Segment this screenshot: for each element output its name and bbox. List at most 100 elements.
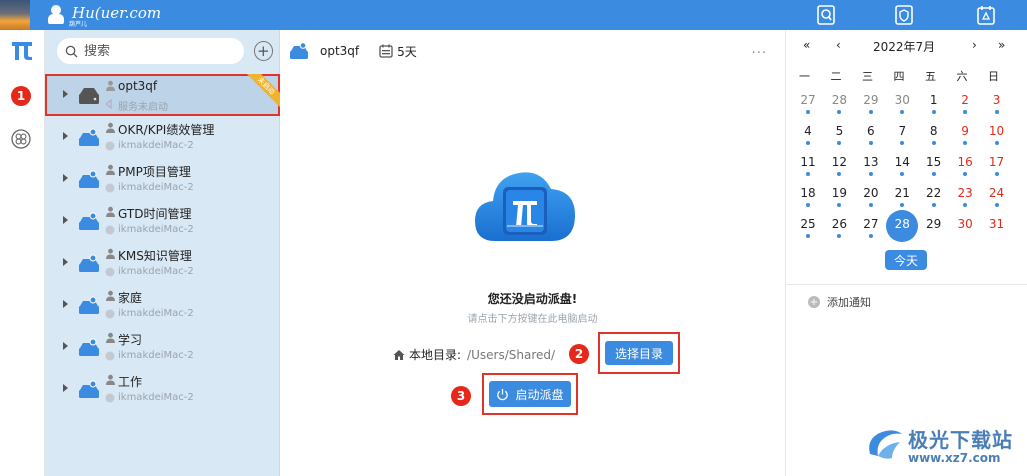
project-device: ikmakdeiMac-2 bbox=[118, 224, 194, 235]
project-item-pmp[interactable]: PMP项目管理 ikmakdeiMac-2 bbox=[45, 158, 280, 200]
choose-dir-button[interactable]: 选择目录 bbox=[605, 341, 673, 365]
calendar-day[interactable]: 10 bbox=[988, 121, 1019, 152]
calendar-week: 27 28 29 30 1 2 3 bbox=[799, 90, 1019, 121]
calendar-day[interactable]: 26 bbox=[830, 214, 861, 245]
calendar-day[interactable]: 31 bbox=[988, 214, 1019, 245]
start-disk-button[interactable]: 启动派盘 bbox=[489, 381, 571, 407]
apps-grid-icon[interactable] bbox=[11, 129, 31, 149]
next-month-button[interactable]: › bbox=[972, 38, 977, 52]
more-button[interactable]: ... bbox=[752, 42, 767, 57]
calendar-day[interactable]: 13 bbox=[862, 152, 893, 183]
prev-month-button[interactable]: ‹ bbox=[836, 38, 841, 52]
calendar-day[interactable]: 28 bbox=[830, 90, 861, 121]
event-dot bbox=[868, 141, 873, 145]
calendar-day[interactable]: 5 bbox=[830, 121, 861, 152]
empty-hint: 请点击下方按键在此电脑启动 bbox=[467, 314, 598, 325]
shield-star-icon[interactable] bbox=[893, 4, 915, 26]
calendar-day[interactable]: 11 bbox=[799, 152, 830, 183]
calendar-day[interactable]: 9 bbox=[956, 121, 987, 152]
calendar-day-number: 18 bbox=[800, 186, 816, 200]
project-item-study[interactable]: 学习 ikmakdeiMac-2 bbox=[45, 326, 280, 368]
calendar-day[interactable]: 29 bbox=[925, 214, 956, 245]
project-item-opt3qf[interactable]: opt3qf 服务未启动 未启动 bbox=[45, 74, 280, 116]
calendar-day[interactable]: 20 bbox=[862, 183, 893, 214]
shared-disk-icon bbox=[79, 338, 99, 356]
event-dot bbox=[994, 203, 999, 207]
project-item-gtd[interactable]: GTD时间管理 ikmakdeiMac-2 bbox=[45, 200, 280, 242]
calendar-day[interactable]: 30 bbox=[956, 214, 987, 245]
calendar-day[interactable]: 8 bbox=[925, 121, 956, 152]
project-item-okr[interactable]: OKR/KPI绩效管理 ikmakdeiMac-2 bbox=[45, 116, 280, 158]
expand-arrow-icon[interactable] bbox=[63, 132, 68, 140]
power-icon bbox=[497, 388, 509, 400]
calendar-day-number: 9 bbox=[961, 124, 969, 138]
calendar-day-number: 31 bbox=[988, 217, 1005, 231]
pai-logo-icon[interactable] bbox=[12, 42, 32, 60]
dir-label: 本地目录: bbox=[409, 348, 462, 362]
calendar-day-number: 29 bbox=[863, 93, 879, 107]
calendar-day-number: 27 bbox=[863, 217, 879, 231]
calendar-day[interactable]: 2 bbox=[956, 90, 987, 121]
device-icon bbox=[105, 225, 115, 235]
weekday-label: 五 bbox=[925, 70, 936, 83]
weekday-label: 二 bbox=[830, 70, 842, 83]
calendar-day[interactable]: 1 bbox=[925, 90, 956, 121]
project-item-kms[interactable]: KMS知识管理 ikmakdeiMac-2 bbox=[45, 242, 280, 284]
add-project-button[interactable]: + bbox=[253, 41, 273, 61]
user-icon bbox=[106, 164, 115, 175]
calendar-day[interactable]: 18 bbox=[799, 183, 830, 214]
calendar-day-number: 7 bbox=[898, 124, 907, 138]
empty-title: 您还没启动派盘! bbox=[487, 292, 578, 306]
weekday-label: 日 bbox=[988, 70, 999, 83]
calendar-day[interactable]: 15 bbox=[925, 152, 956, 183]
calendar-day[interactable]: 3 bbox=[988, 90, 1019, 121]
project-name: KMS知识管理 bbox=[118, 249, 192, 263]
calendar-day[interactable]: 28 bbox=[886, 210, 924, 245]
calendar-day[interactable]: 14 bbox=[893, 152, 924, 183]
calendar-day[interactable]: 25 bbox=[799, 214, 830, 245]
calendar-day[interactable]: 12 bbox=[830, 152, 861, 183]
expand-arrow-icon[interactable] bbox=[63, 342, 68, 350]
calendar-day-number: 28 bbox=[831, 93, 848, 107]
user-icon bbox=[106, 374, 115, 385]
calendar-day[interactable]: 30 bbox=[893, 90, 924, 121]
expand-arrow-icon[interactable] bbox=[63, 384, 68, 392]
calendar-day[interactable]: 22 bbox=[925, 183, 956, 214]
app-icon[interactable] bbox=[0, 0, 30, 30]
event-dot bbox=[900, 203, 905, 207]
calendar-day[interactable]: 23 bbox=[956, 183, 987, 214]
today-button[interactable]: 今天 bbox=[885, 250, 927, 270]
expand-arrow-icon[interactable] bbox=[63, 90, 68, 98]
calendar-day[interactable]: 17 bbox=[988, 152, 1019, 183]
expand-arrow-icon[interactable] bbox=[63, 258, 68, 266]
project-item-work[interactable]: 工作 ikmakdeiMac-2 bbox=[45, 368, 280, 410]
calendar-day-number: 10 bbox=[988, 124, 1005, 138]
project-name: GTD时间管理 bbox=[118, 207, 192, 221]
calendar-day[interactable]: 27 bbox=[799, 90, 830, 121]
expand-arrow-icon[interactable] bbox=[63, 300, 68, 308]
search-input[interactable] bbox=[84, 43, 234, 59]
shared-disk-icon bbox=[79, 128, 99, 146]
calendar-day[interactable]: 6 bbox=[862, 121, 893, 152]
calendar-day[interactable]: 29 bbox=[862, 90, 893, 121]
calendar-day[interactable]: 16 bbox=[956, 152, 987, 183]
search-disk-icon[interactable] bbox=[815, 4, 837, 26]
project-item-family[interactable]: 家庭 ikmakdeiMac-2 bbox=[45, 284, 280, 326]
search-box[interactable] bbox=[57, 38, 244, 64]
add-notice-button[interactable]: + 添加通知 bbox=[808, 294, 871, 310]
device-icon bbox=[105, 141, 115, 151]
annotation-badge-1: 1 bbox=[11, 86, 31, 106]
prev-year-button[interactable]: « bbox=[803, 38, 810, 52]
calendar-day[interactable]: 4 bbox=[799, 121, 830, 152]
expand-arrow-icon[interactable] bbox=[63, 216, 68, 224]
calendar-day[interactable]: 7 bbox=[893, 121, 924, 152]
event-dot bbox=[994, 110, 999, 114]
left-rail: 1 bbox=[0, 30, 45, 476]
weekday-label: 四 bbox=[893, 70, 905, 83]
expand-arrow-icon[interactable] bbox=[63, 174, 68, 182]
next-year-button[interactable]: » bbox=[998, 38, 1005, 52]
event-dot bbox=[900, 141, 905, 145]
calendar-day[interactable]: 19 bbox=[830, 183, 861, 214]
calendar-day[interactable]: 24 bbox=[988, 183, 1019, 214]
calendar-notice-icon[interactable] bbox=[975, 4, 997, 26]
